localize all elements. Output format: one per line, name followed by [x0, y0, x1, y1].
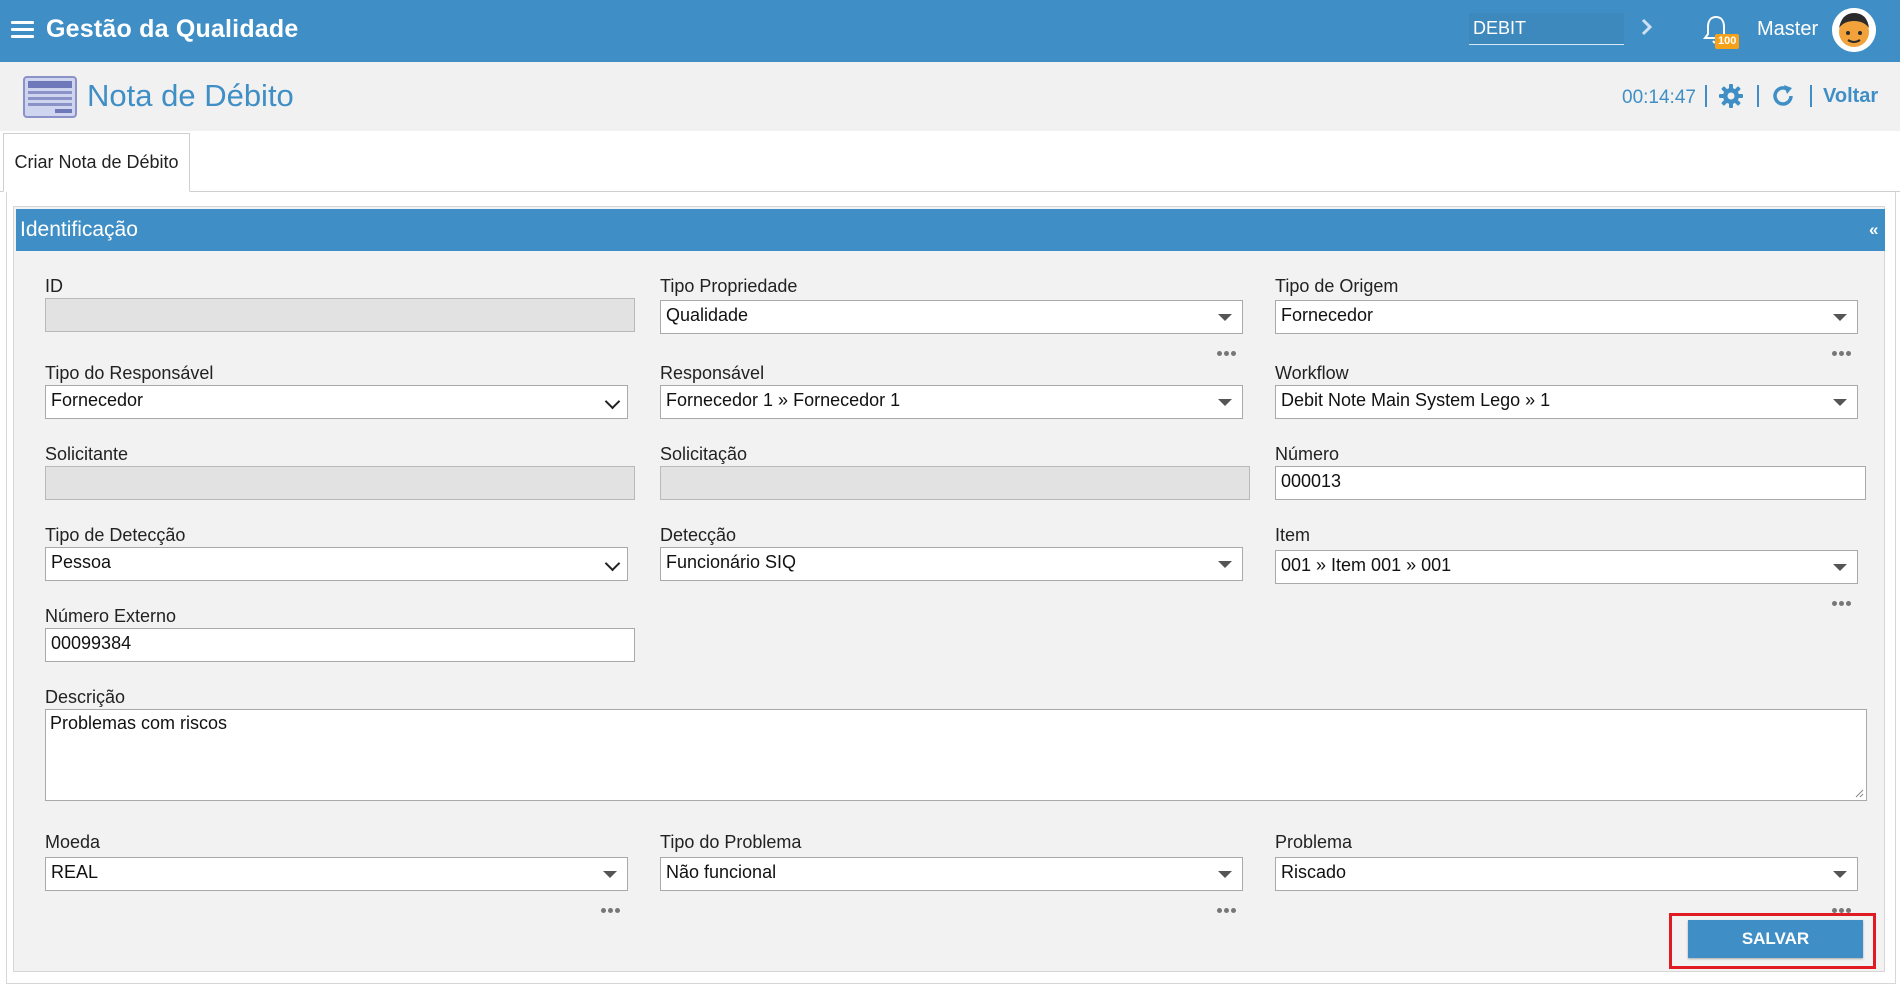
more-options-icon[interactable] [1217, 900, 1241, 913]
dropdown-arrow-icon [1218, 871, 1232, 878]
numero-label: Número [1275, 444, 1340, 464]
chevron-right-icon[interactable] [1638, 16, 1656, 38]
chevron-down-icon [604, 393, 621, 410]
moeda-select[interactable]: REAL [45, 857, 628, 891]
dropdown-arrow-icon [1218, 399, 1232, 406]
tipo-responsavel-label: Tipo do Responsável [45, 363, 214, 383]
problema-select[interactable]: Riscado [1275, 857, 1858, 891]
more-options-icon[interactable] [1832, 900, 1856, 913]
tipo-responsavel-select[interactable]: Fornecedor [45, 385, 628, 419]
numero-externo-field[interactable]: 00099384 [45, 628, 635, 662]
moeda-label: Moeda [45, 832, 101, 852]
table-document-icon [23, 76, 77, 118]
item-select[interactable]: 001 » Item 001 » 001 [1275, 550, 1858, 584]
app-title: Gestão da Qualidade [46, 15, 299, 43]
dropdown-arrow-icon [1218, 314, 1232, 321]
save-button[interactable]: SALVAR [1688, 920, 1863, 958]
user-name[interactable]: Master [1757, 18, 1818, 41]
collapse-icon[interactable]: « [1869, 220, 1878, 240]
divider [1705, 85, 1707, 107]
dropdown-arrow-icon [603, 871, 617, 878]
workflow-select[interactable]: Debit Note Main System Lego » 1 [1275, 385, 1858, 419]
solicitacao-field [660, 466, 1250, 500]
back-link[interactable]: Voltar [1823, 85, 1878, 108]
more-options-icon[interactable] [601, 900, 625, 913]
more-options-icon[interactable] [1832, 593, 1856, 606]
gear-icon[interactable] [1718, 83, 1744, 109]
tipo-propriedade-value: Qualidade [666, 305, 749, 325]
problema-label: Problema [1275, 832, 1353, 852]
hamburger-menu-icon[interactable] [11, 21, 34, 39]
divider [1810, 85, 1812, 107]
solicitacao-label: Solicitação [660, 444, 748, 464]
descricao-value: Problemas com riscos [50, 713, 228, 733]
tipo-origem-value: Fornecedor [1281, 305, 1374, 325]
avatar[interactable] [1832, 8, 1876, 52]
tipo-problema-value: Não funcional [666, 862, 777, 882]
notification-badge: 100 [1715, 34, 1740, 49]
session-timer: 00:14:47 [1622, 87, 1696, 108]
more-options-icon[interactable] [1217, 343, 1241, 356]
tipo-origem-label: Tipo de Origem [1275, 276, 1399, 296]
tipo-deteccao-label: Tipo de Detecção [45, 525, 186, 545]
responsavel-select[interactable]: Fornecedor 1 » Fornecedor 1 [660, 385, 1243, 419]
problema-value: Riscado [1281, 862, 1347, 882]
tipo-responsavel-value: Fornecedor [51, 390, 144, 410]
dropdown-arrow-icon [1833, 399, 1847, 406]
workflow-label: Workflow [1275, 363, 1349, 383]
chevron-down-icon [604, 555, 621, 572]
tipo-problema-label: Tipo do Problema [660, 832, 802, 852]
moeda-value: REAL [51, 862, 99, 882]
numero-externo-label: Número Externo [45, 606, 177, 626]
descricao-label: Descrição [45, 687, 126, 707]
dropdown-arrow-icon [1833, 314, 1847, 321]
section-title: Identificação [20, 218, 138, 241]
section-header [16, 209, 1885, 251]
deteccao-label: Detecção [660, 525, 737, 545]
solicitante-field [45, 466, 635, 500]
dropdown-arrow-icon [1218, 561, 1232, 568]
tipo-deteccao-value: Pessoa [51, 552, 112, 572]
workflow-value: Debit Note Main System Lego » 1 [1281, 390, 1551, 410]
tipo-propriedade-label: Tipo Propriedade [660, 276, 798, 296]
item-label: Item [1275, 525, 1311, 545]
tipo-origem-select[interactable]: Fornecedor [1275, 300, 1858, 334]
solicitante-label: Solicitante [45, 444, 129, 464]
deteccao-select[interactable]: Funcionário SIQ [660, 547, 1243, 581]
descricao-textarea[interactable]: Problemas com riscos [45, 709, 1867, 801]
item-value: 001 » Item 001 » 001 [1281, 555, 1452, 575]
dropdown-arrow-icon [1833, 871, 1847, 878]
id-label: ID [45, 276, 63, 296]
resize-handle-icon[interactable] [1854, 788, 1864, 798]
numero-field[interactable]: 000013 [1275, 466, 1866, 500]
search-input[interactable] [1469, 13, 1624, 45]
page-title: Nota de Débito [87, 78, 294, 113]
responsavel-label: Responsável [660, 363, 765, 383]
more-options-icon[interactable] [1832, 343, 1856, 356]
responsavel-value: Fornecedor 1 » Fornecedor 1 [666, 390, 901, 410]
tipo-deteccao-select[interactable]: Pessoa [45, 547, 628, 581]
divider [1757, 85, 1759, 107]
refresh-icon[interactable] [1770, 83, 1796, 109]
tipo-problema-select[interactable]: Não funcional [660, 857, 1243, 891]
tab-criar-nota-debito[interactable]: Criar Nota de Débito [3, 133, 190, 192]
tipo-propriedade-select[interactable]: Qualidade [660, 300, 1243, 334]
id-field [45, 298, 635, 332]
dropdown-arrow-icon [1833, 564, 1847, 571]
user-avatar-icon [1832, 8, 1876, 52]
deteccao-value: Funcionário SIQ [666, 552, 797, 572]
